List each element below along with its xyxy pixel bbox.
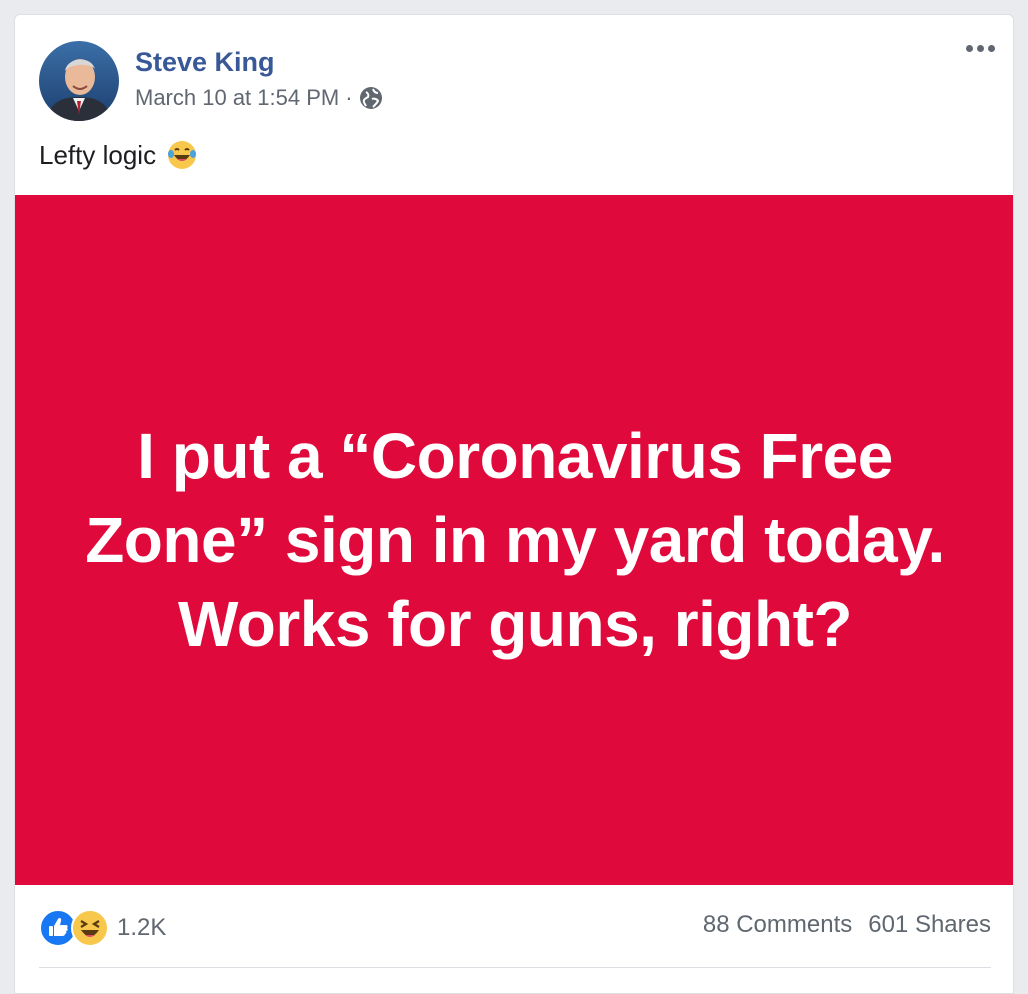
- footer-divider: [39, 967, 991, 968]
- post-meta: Steve King March 10 at 1:54 PM ·: [135, 45, 383, 111]
- post-image[interactable]: I put a “Coronavirus Free Zone” sign in …: [15, 195, 1013, 885]
- engagement-counts: 88 Comments 601 Shares: [703, 911, 991, 939]
- globe-icon[interactable]: [359, 86, 383, 110]
- feed-post: Steve King March 10 at 1:54 PM · Lefty l…: [14, 14, 1014, 994]
- reaction-count: 1.2K: [117, 914, 167, 941]
- post-image-text: I put a “Coronavirus Free Zone” sign in …: [85, 420, 945, 660]
- caption-text: Lefty logic: [39, 139, 157, 170]
- post-footer: 1.2K 88 Comments 601 Shares: [15, 885, 1013, 975]
- more-dot-icon: [977, 45, 984, 52]
- more-options-button[interactable]: [966, 45, 995, 52]
- post-timestamp[interactable]: March 10 at 1:54 PM: [135, 85, 339, 111]
- author-name[interactable]: Steve King: [135, 45, 383, 79]
- more-dot-icon: [988, 45, 995, 52]
- post-subline: March 10 at 1:54 PM ·: [135, 85, 383, 111]
- comments-count-link[interactable]: 88 Comments: [703, 911, 852, 939]
- separator-dot: ·: [345, 85, 353, 110]
- reaction-icons: [39, 909, 109, 947]
- author-avatar[interactable]: [39, 41, 119, 121]
- more-dot-icon: [966, 45, 973, 52]
- shares-count-link[interactable]: 601 Shares: [868, 911, 991, 939]
- reactions-summary[interactable]: 1.2K: [39, 909, 166, 947]
- haha-icon: [71, 909, 109, 947]
- laughing-tears-emoji: [168, 141, 197, 169]
- post-header: Steve King March 10 at 1:54 PM ·: [39, 41, 383, 121]
- post-caption: Lefty logic: [39, 139, 198, 171]
